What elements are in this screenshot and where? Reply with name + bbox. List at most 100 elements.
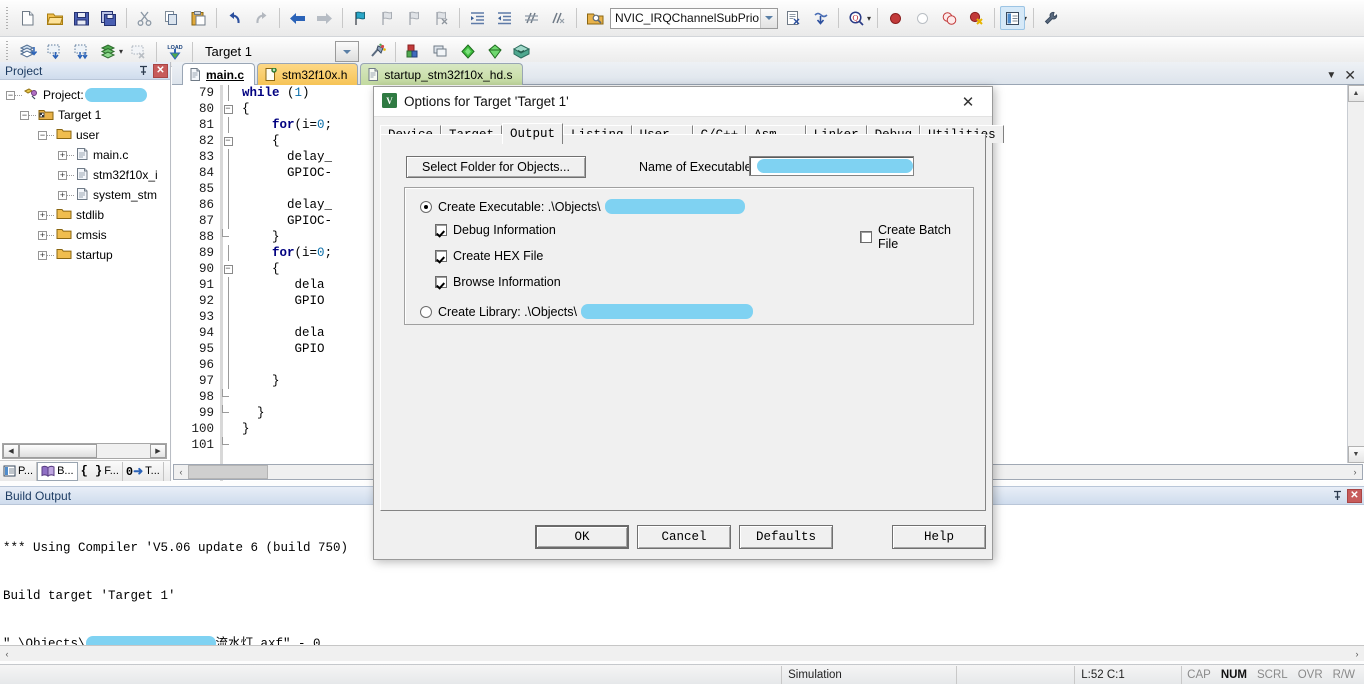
scroll-right-icon[interactable]: ▶ [150, 444, 166, 458]
fold-column[interactable] [220, 293, 236, 309]
close-tab-icon[interactable]: ✕ [1344, 67, 1356, 84]
tree-item-stm32f10x-it[interactable]: + stm32f10x_i [0, 165, 170, 185]
redo-icon[interactable] [249, 6, 274, 30]
tree-item-stdlib[interactable]: + stdlib [0, 205, 170, 225]
scroll-right-icon[interactable]: › [1350, 647, 1364, 661]
debug-information-checkbox[interactable] [435, 224, 447, 236]
panel-tab-project[interactable]: P... [0, 461, 38, 481]
tree-item-cmsis[interactable]: + cmsis [0, 225, 170, 245]
help-button[interactable]: Help [892, 525, 986, 549]
panel-tab-books[interactable]: B... [37, 461, 78, 481]
comment-icon[interactable] [519, 6, 544, 30]
editor-vscrollbar[interactable]: ▲ ▼ [1347, 85, 1364, 463]
window-layout-icon[interactable] [1000, 6, 1026, 30]
project-hscrollbar[interactable]: ◀ ▶ [2, 443, 167, 459]
tree-item-startup[interactable]: + startup [0, 245, 170, 265]
expander-icon[interactable]: + [58, 190, 67, 200]
stop-build-icon[interactable] [126, 40, 151, 64]
bookmark-next-icon[interactable] [402, 6, 427, 30]
create-library-row[interactable]: Create Library: .\Objects\ [420, 304, 753, 319]
name-of-executable-field[interactable] [749, 156, 914, 176]
fold-column[interactable] [220, 277, 236, 293]
project-tree[interactable]: − Project: − Target 1 − user + main.c + … [0, 81, 170, 443]
tree-item-target[interactable]: − Target 1 [0, 105, 170, 125]
toolbar-grip[interactable] [4, 7, 11, 29]
fold-column[interactable] [220, 245, 236, 261]
manage-components-icon[interactable] [401, 40, 426, 64]
create-executable-row[interactable]: Create Executable: .\Objects\ [420, 199, 745, 214]
create-hex-file-row[interactable]: Create HEX File [435, 249, 543, 263]
bookmark-clear-icon[interactable] [429, 6, 454, 30]
paste-icon[interactable] [186, 6, 211, 30]
browse-information-row[interactable]: Browse Information [435, 275, 561, 289]
navigate-forward-icon[interactable] [312, 6, 337, 30]
hscroll-thumb[interactable] [19, 444, 97, 458]
expander-icon[interactable]: + [58, 170, 67, 180]
expander-icon[interactable]: − [20, 110, 29, 120]
hscroll-thumb[interactable] [188, 465, 268, 479]
cancel-button[interactable]: Cancel [637, 525, 731, 549]
fold-column[interactable] [220, 373, 236, 389]
fold-column[interactable] [220, 309, 236, 325]
scroll-left-icon[interactable]: ‹ [174, 465, 188, 479]
breakpoint-kill-all-icon[interactable] [964, 6, 989, 30]
debug-zoom-icon[interactable]: Q [844, 6, 869, 30]
ok-button[interactable]: OK [535, 525, 629, 549]
start-debug-icon[interactable] [509, 40, 534, 64]
scroll-left-icon[interactable]: ◀ [3, 444, 19, 458]
target-combo-dropdown[interactable] [335, 41, 360, 62]
go-to-definition-icon[interactable] [781, 6, 806, 30]
multi-project-icon[interactable] [482, 40, 507, 64]
scroll-right-icon[interactable]: › [1348, 465, 1362, 479]
panel-tab-functions[interactable]: { } F... [78, 461, 123, 481]
scroll-left-icon[interactable]: ‹ [0, 647, 14, 661]
create-hex-file-checkbox[interactable] [435, 250, 447, 262]
fold-column[interactable] [220, 213, 236, 229]
outdent-icon[interactable] [492, 6, 517, 30]
new-file-icon[interactable] [15, 6, 40, 30]
rebuild-icon[interactable] [69, 40, 94, 64]
bookmark-prev-icon[interactable] [375, 6, 400, 30]
configuration-wizard-icon[interactable] [1039, 6, 1064, 30]
tree-item-main-c[interactable]: + main.c [0, 145, 170, 165]
tree-item-system-stm32f10x[interactable]: + system_stm [0, 185, 170, 205]
find-in-files-icon[interactable] [582, 6, 607, 30]
chevron-down-icon[interactable] [760, 8, 777, 28]
editor-tab-startup-s[interactable]: startup_stm32f10x_hd.s [360, 63, 524, 85]
select-folder-for-objects-button[interactable]: Select Folder for Objects... [406, 156, 586, 178]
open-file-icon[interactable] [42, 6, 67, 30]
create-executable-radio[interactable] [420, 200, 432, 213]
fold-column[interactable] [220, 341, 236, 357]
fold-column[interactable] [220, 181, 236, 197]
dialog-titlebar[interactable]: V Options for Target 'Target 1' ✕ [374, 87, 992, 117]
fold-toggle-icon[interactable]: − [223, 264, 233, 274]
editor-tab-stm32f10x-h[interactable]: stm32f10x.h [257, 63, 359, 85]
pin-icon[interactable] [136, 63, 151, 78]
fold-column[interactable] [220, 389, 236, 401]
fold-column[interactable] [220, 197, 236, 213]
download-icon[interactable]: LOAD [162, 40, 187, 64]
fold-column[interactable] [220, 229, 236, 241]
expander-icon[interactable]: − [38, 130, 47, 140]
tabstrip-dropdown-icon[interactable]: ▼ [1326, 70, 1336, 81]
scroll-up-icon[interactable]: ▲ [1347, 85, 1364, 102]
bookmark-toggle-icon[interactable] [348, 6, 373, 30]
debug-information-row[interactable]: Debug Information [435, 223, 556, 237]
translate-icon[interactable] [15, 40, 40, 64]
build-icon[interactable] [42, 40, 67, 64]
editor-tab-main-c[interactable]: main.c [182, 63, 256, 85]
breakpoint-disable-icon[interactable] [910, 6, 935, 30]
indent-icon[interactable] [465, 6, 490, 30]
expander-icon[interactable]: + [58, 150, 67, 160]
uncomment-icon[interactable] [546, 6, 571, 30]
target-options-icon[interactable] [365, 40, 390, 64]
fold-toggle-icon[interactable]: − [223, 104, 233, 114]
copy-icon[interactable] [159, 6, 184, 30]
create-library-radio[interactable] [420, 305, 432, 318]
close-panel-icon[interactable]: ✕ [153, 63, 168, 78]
fold-toggle-icon[interactable]: − [223, 136, 233, 146]
fold-column[interactable] [220, 357, 236, 373]
scroll-down-icon[interactable]: ▼ [1347, 446, 1364, 463]
create-batch-file-checkbox[interactable] [860, 231, 872, 243]
build-output-hscrollbar[interactable]: ‹ › [0, 645, 1364, 661]
